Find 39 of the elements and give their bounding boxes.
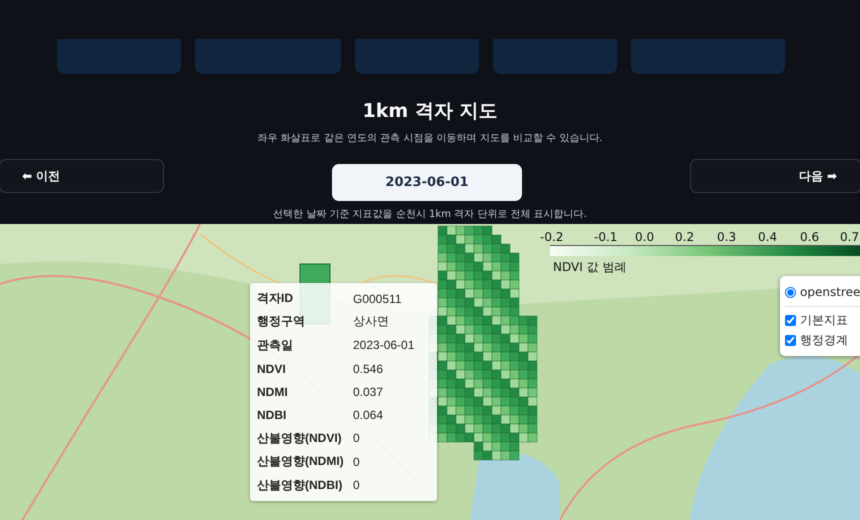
- tooltip-label: 산불영향(NDBI): [257, 478, 342, 492]
- tooltip-label: 산불영향(NDMI): [257, 454, 344, 468]
- prev-button[interactable]: ⬅ 이전: [0, 159, 164, 193]
- tooltip-value: 0: [353, 454, 360, 469]
- layer-checkbox[interactable]: [785, 334, 796, 346]
- tooltip-label: NDMI: [257, 384, 288, 399]
- map-caption: 선택한 날짜 기준 지표값을 순천시 1km 격자 단위로 전체 표시합니다.: [273, 209, 587, 220]
- layer-label: openstree: [800, 285, 860, 299]
- tooltip-value: 0.546: [353, 362, 384, 376]
- tooltip-value: 2023-06-01: [353, 338, 414, 352]
- legend-tick: 0.6: [800, 230, 820, 244]
- tooltip-value: 0.037: [353, 384, 384, 399]
- tooltip-value: 0: [353, 431, 360, 446]
- tooltip-label: 격자ID: [257, 291, 293, 306]
- tooltip-label: NDBI: [257, 408, 286, 422]
- map-subtitle: 좌우 화살표로 같은 연도의 관측 시점을 이동하며 지도를 비교할 수 있습니다.: [258, 133, 602, 144]
- tooltip-value: 상사면: [353, 314, 389, 328]
- date-display: 2023-06-01: [332, 164, 522, 201]
- map-title: 1km 격자 지도: [362, 100, 498, 122]
- layer-label: 행정경계: [800, 332, 848, 348]
- tooltip-value: 0.064: [353, 408, 384, 422]
- tooltip-label: 행정구역: [257, 314, 305, 328]
- legend-tick: 0.7: [840, 230, 860, 244]
- legend-tick: -0.1: [594, 230, 618, 244]
- tooltip-value: 0: [353, 478, 360, 492]
- tooltip-value: G000511: [353, 292, 402, 306]
- tooltip-label: 산불영향(NDVI): [257, 430, 342, 445]
- tooltip-label: NDVI: [257, 362, 286, 376]
- tooltip-label: 관측일: [257, 338, 293, 352]
- legend-title: NDVI 값 범례: [553, 259, 626, 276]
- layer-checkbox[interactable]: [785, 314, 796, 326]
- legend-tick: 0.3: [717, 230, 736, 244]
- layer-radio[interactable]: [785, 286, 796, 298]
- legend-tick: -0.2: [540, 230, 564, 244]
- legend-tick: 0.2: [675, 230, 694, 244]
- next-button[interactable]: 다음 ➡: [690, 159, 860, 193]
- legend-tick: 0.4: [758, 230, 778, 244]
- layer-label: 기본지표: [800, 312, 848, 328]
- legend-tick: 0.0: [635, 230, 654, 244]
